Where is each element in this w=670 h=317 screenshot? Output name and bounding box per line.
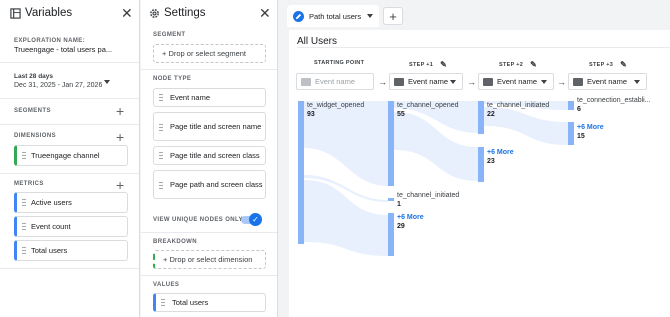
- flow-node-bar[interactable]: [388, 101, 394, 186]
- date-range-picker[interactable]: Last 28 days Dec 31, 2025 - Jan 27, 2026: [14, 73, 114, 89]
- tab-label: Path total users: [309, 11, 362, 21]
- metric-label: Event count: [31, 222, 71, 231]
- node-type-page-path-screen-class[interactable]: Page path and screen class: [153, 170, 266, 199]
- node-type-label: Page title and screen name: [170, 122, 262, 131]
- view-unique-toggle[interactable]: ✓: [241, 213, 262, 226]
- dimensions-label: DIMENSIONS: [14, 133, 57, 139]
- metrics-label: METRICS: [14, 181, 44, 187]
- drag-handle-icon[interactable]: [159, 151, 163, 160]
- node-label: te_channel_initiated: [397, 192, 460, 199]
- metric-chip[interactable]: Active users: [14, 192, 128, 213]
- values-label: VALUES: [153, 282, 180, 288]
- segment-drop-zone[interactable]: + Drop or select segment: [153, 44, 266, 63]
- drag-handle-icon[interactable]: [22, 151, 26, 160]
- values-chip[interactable]: Total users: [153, 293, 266, 312]
- node-label: te_channel_opened: [397, 102, 459, 109]
- segments-label: SEGMENTS: [14, 108, 51, 114]
- variables-header: Variables: [10, 7, 72, 19]
- node-count: 93: [307, 111, 315, 118]
- flow-node-bar[interactable]: [388, 213, 394, 256]
- flow-node-bar[interactable]: [568, 122, 574, 145]
- exploration-name-input[interactable]: Trueengage - total users pa...: [14, 45, 112, 54]
- add-metric-icon[interactable]: +: [116, 178, 124, 192]
- node-count: 29: [397, 223, 405, 230]
- node-type-page-title-screen-class[interactable]: Page title and screen class: [153, 146, 266, 165]
- add-dimension-icon[interactable]: +: [116, 130, 124, 144]
- close-variables-icon[interactable]: ✕: [121, 5, 133, 21]
- node-type-label: Page path and screen class: [170, 180, 263, 189]
- chevron-down-icon[interactable]: [104, 80, 110, 84]
- variables-icon: [10, 7, 21, 19]
- node-label: te_connection_establi...: [577, 97, 651, 104]
- settings-title: Settings: [164, 7, 206, 19]
- metric-chip[interactable]: Event count: [14, 216, 128, 237]
- node-type-event-name[interactable]: Event name: [153, 88, 266, 107]
- node-type-label: Event name: [170, 93, 211, 102]
- date-range-label: Last 28 days: [14, 73, 54, 80]
- flow-node-bar[interactable]: [568, 101, 574, 110]
- breakdown-drop-zone[interactable]: + Drop or select dimension: [153, 250, 266, 269]
- variables-panel: Variables ✕ EXPLORATION NAME: Trueengage…: [0, 0, 140, 317]
- settings-header: Settings: [149, 7, 206, 19]
- dimension-label: Trueengage channel: [31, 151, 100, 160]
- path-chart: All Users STARTING POINT STEP +1 ✎ STEP +…: [289, 30, 670, 317]
- metric-label: Total users: [31, 246, 68, 255]
- gear-icon: [150, 8, 159, 18]
- node-count: 15: [577, 133, 585, 140]
- tab-bar: Path total users +: [279, 0, 670, 30]
- flow-node-bar[interactable]: [298, 101, 304, 244]
- more-nodes-link[interactable]: +6 More: [397, 214, 424, 221]
- exploration-name-label: EXPLORATION NAME:: [14, 38, 86, 44]
- node-label: te_widget_opened: [307, 102, 365, 109]
- node-count: 6: [577, 106, 581, 113]
- node-count: 22: [487, 111, 495, 118]
- view-unique-nodes-label: VIEW UNIQUE NODES ONLY: [153, 217, 243, 223]
- variables-title: Variables: [25, 7, 73, 19]
- dimension-chip[interactable]: Trueengage channel: [14, 145, 128, 166]
- drag-handle-icon[interactable]: [159, 123, 163, 132]
- more-nodes-link[interactable]: +6 More: [577, 124, 604, 131]
- flow-node-bar[interactable]: [478, 101, 484, 134]
- node-type-page-title-screen-name[interactable]: Page title and screen name: [153, 112, 266, 141]
- tab-path-total-users[interactable]: Path total users: [287, 5, 379, 27]
- drag-handle-icon[interactable]: [22, 246, 26, 255]
- check-icon: ✓: [249, 213, 262, 226]
- values-label-text: Total users: [172, 298, 209, 307]
- drag-handle-icon[interactable]: [159, 93, 163, 102]
- node-type-label: NODE TYPE: [153, 76, 192, 82]
- metric-label: Active users: [31, 198, 72, 207]
- chevron-down-icon[interactable]: [367, 14, 374, 18]
- metric-chip[interactable]: Total users: [14, 240, 128, 261]
- node-type-label: Page title and screen class: [170, 151, 260, 160]
- date-range-value: Dec 31, 2025 - Jan 27, 2026: [14, 82, 103, 89]
- node-label: te_channel_initiated: [487, 102, 550, 109]
- drag-handle-icon[interactable]: [161, 298, 165, 307]
- add-segment-icon[interactable]: +: [116, 104, 124, 118]
- drag-handle-icon[interactable]: [22, 222, 26, 231]
- add-tab-button[interactable]: +: [383, 7, 403, 25]
- close-settings-icon[interactable]: ✕: [259, 5, 271, 21]
- segment-label: SEGMENT: [153, 32, 186, 38]
- pencil-icon: [293, 10, 304, 22]
- node-count: 23: [487, 158, 495, 165]
- node-count: 1: [397, 201, 401, 208]
- node-count: 55: [397, 111, 405, 118]
- flow-node-bar[interactable]: [478, 147, 484, 182]
- drag-handle-icon[interactable]: [159, 181, 163, 190]
- breakdown-label: BREAKDOWN: [153, 239, 197, 245]
- canvas-panel: Path total users + All Users STARTING PO…: [279, 0, 670, 317]
- flow-node-bar[interactable]: [388, 198, 394, 201]
- settings-panel: Settings ✕ SEGMENT + Drop or select segm…: [141, 0, 278, 317]
- drag-handle-icon[interactable]: [22, 198, 26, 207]
- more-nodes-link[interactable]: +6 More: [487, 149, 514, 156]
